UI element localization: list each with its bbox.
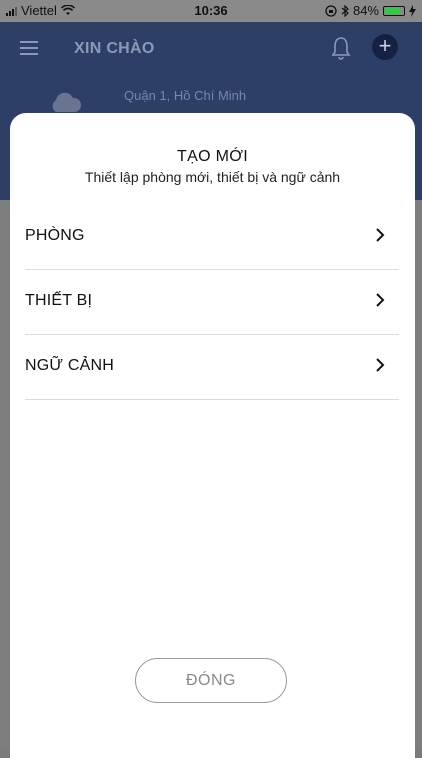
close-button[interactable]: ĐÓNG bbox=[135, 658, 287, 703]
plus-icon: + bbox=[378, 33, 392, 58]
greeting-title: XIN CHÀO bbox=[74, 40, 155, 57]
menu-item-device[interactable]: THIẾT BỊ bbox=[25, 270, 399, 335]
cloud-icon bbox=[52, 92, 82, 112]
location-label: Quận 1, Hồ Chí Minh bbox=[124, 88, 247, 103]
menu-item-label: NGỮ CẢNH bbox=[25, 357, 115, 374]
sheet-subtitle: Thiết lập phòng mới, thiết bị và ngữ cản… bbox=[84, 169, 341, 185]
bluetooth-icon bbox=[341, 4, 349, 17]
menu-item-room[interactable]: PHÒNG bbox=[25, 205, 399, 270]
add-button[interactable]: + bbox=[372, 34, 398, 60]
chevron-right-icon bbox=[376, 293, 385, 307]
menu-item-label: THIẾT BỊ bbox=[25, 292, 93, 309]
background-peek-text bbox=[414, 312, 422, 324]
menu-item-label: PHÒNG bbox=[25, 227, 85, 244]
battery-percent: 84% bbox=[352, 3, 379, 18]
chevron-right-icon bbox=[376, 228, 385, 242]
bell-icon[interactable] bbox=[330, 36, 352, 60]
create-new-sheet: TẠO MỚI Thiết lập phòng mới, thiết bị và… bbox=[10, 113, 415, 758]
status-bar: Viettel 10:36 84% bbox=[0, 0, 422, 22]
menu-item-scene[interactable]: NGỮ CẢNH bbox=[25, 335, 399, 400]
charging-icon bbox=[409, 4, 416, 17]
lock-rotation-icon bbox=[325, 4, 337, 17]
menu-icon[interactable] bbox=[20, 41, 38, 55]
chevron-right-icon bbox=[376, 358, 385, 372]
battery-icon bbox=[383, 5, 405, 16]
app-header: XIN CHÀO + bbox=[0, 28, 422, 68]
sheet-title: TẠO MỚI bbox=[177, 148, 248, 165]
